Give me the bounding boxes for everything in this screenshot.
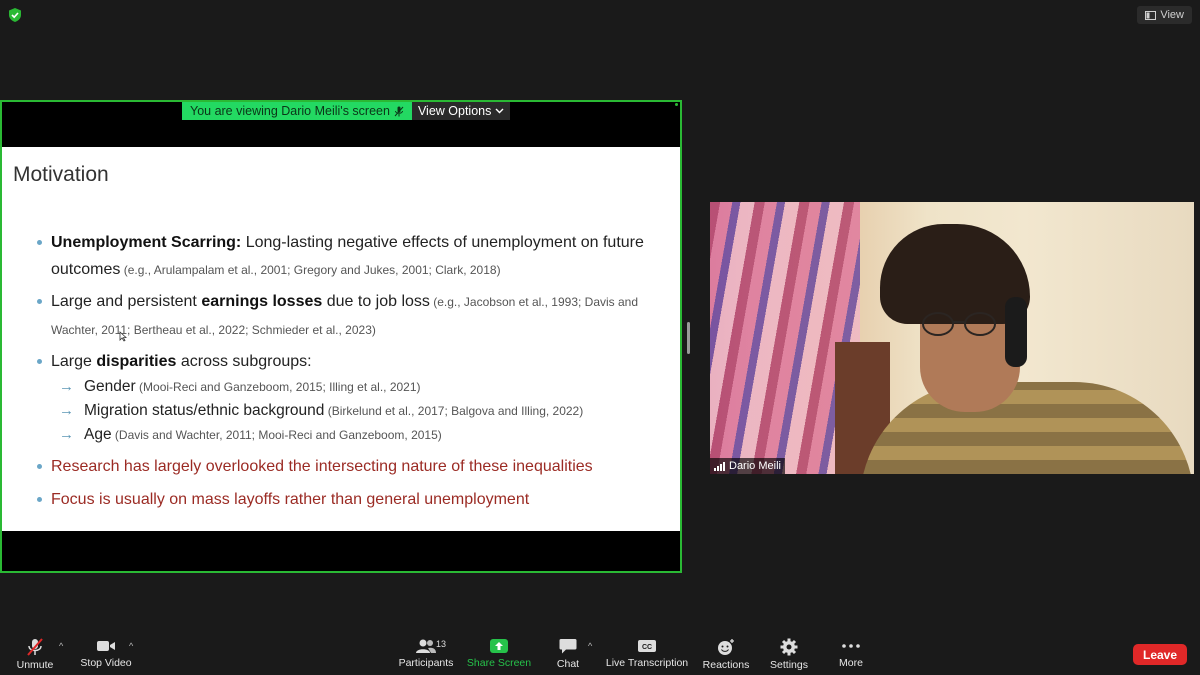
stop-video-button[interactable]: Stop Video: [80, 634, 132, 675]
muted-mic-icon: [27, 638, 43, 656]
more-dots-icon: [842, 644, 860, 648]
gear-icon: [780, 638, 798, 656]
split-view-resize-handle[interactable]: [687, 322, 690, 354]
participant-name-tag: Dario Meili: [710, 458, 785, 474]
bullet-text: across subgroups:: [176, 353, 312, 370]
share-screen-button[interactable]: Share Screen: [466, 634, 532, 675]
participants-count-badge: 13: [436, 639, 447, 649]
bullet-research-gap: Research has largely overlooked the inte…: [32, 453, 662, 480]
arrow-right-icon: →: [59, 402, 74, 419]
reactions-button[interactable]: Reactions: [703, 634, 749, 675]
view-grid-icon: [1145, 10, 1157, 20]
subitem-text: Age: [84, 426, 112, 443]
share-banner: You are viewing Dario Meili's screen Vie…: [182, 102, 511, 120]
chevron-down-icon: [495, 108, 504, 114]
security-shield-icon[interactable]: [7, 7, 23, 23]
subitem-age: → Age (Davis and Wachter, 2011; Mooi-Rec…: [32, 423, 662, 447]
subitem-citation: (Birkelund et al., 2017; Balgova and Ill…: [324, 404, 584, 418]
bullet-text: Large and persistent: [51, 293, 202, 310]
participants-label: Participants: [398, 657, 454, 669]
meeting-toolbar: Unmute ^ Stop Video ^ Participants 13 Sh…: [0, 634, 1200, 675]
bullet-bold: Unemployment Scarring:: [51, 234, 242, 251]
chat-button[interactable]: Chat: [554, 634, 582, 675]
slide-title: Motivation: [13, 163, 109, 186]
subitem-migration: → Migration status/ethnic background (Bi…: [32, 399, 662, 423]
bullet-text: due to job loss: [322, 293, 430, 310]
bullet-bold: earnings losses: [201, 293, 323, 310]
bullet-disparities: Large disparities across subgroups:: [32, 348, 662, 375]
share-screen-label: Share Screen: [466, 657, 532, 669]
bullet-citation: (e.g., Arulampalam et al., 2001; Gregory…: [120, 263, 501, 277]
live-transcription-label: Live Transcription: [605, 657, 689, 669]
stop-video-label: Stop Video: [80, 657, 132, 669]
subitem-gender: → Gender (Mooi-Reci and Ganzeboom, 2015;…: [32, 375, 662, 399]
arrow-right-icon: →: [59, 426, 74, 443]
more-button[interactable]: More: [836, 634, 866, 675]
signal-strength-icon: [714, 461, 725, 471]
video-camera-icon: [97, 641, 115, 651]
presentation-slide: Motivation Unemployment Scarring: Long-l…: [2, 147, 680, 531]
unmute-label: Unmute: [16, 659, 54, 671]
shared-screen-frame: You are viewing Dario Meili's screen Vie…: [0, 100, 682, 573]
live-transcription-button[interactable]: CC Live Transcription: [606, 634, 688, 675]
view-options-button[interactable]: View Options: [411, 102, 511, 120]
subitem-text: Migration status/ethnic background: [84, 402, 325, 419]
participant-shirt: [860, 382, 1194, 474]
frame-indicator-dot: [675, 103, 678, 106]
chat-label: Chat: [556, 658, 580, 670]
bullet-text: Large: [51, 353, 97, 370]
bullet-unemployment-scarring: Unemployment Scarring: Long-lasting nega…: [32, 229, 662, 284]
bullet-mass-layoffs: Focus is usually on mass layoffs rather …: [32, 486, 662, 513]
slide-bullets: Unemployment Scarring: Long-lasting nega…: [32, 229, 662, 513]
view-label: View: [1160, 9, 1184, 21]
viewing-indicator: You are viewing Dario Meili's screen: [182, 102, 412, 120]
view-options-label: View Options: [417, 104, 492, 118]
subitem-citation: (Mooi-Reci and Ganzeboom, 2015; Illing e…: [135, 380, 421, 394]
view-menu-button[interactable]: View: [1137, 6, 1192, 24]
participants-icon: [416, 639, 436, 653]
more-label: More: [839, 657, 863, 669]
leave-button[interactable]: Leave: [1133, 644, 1187, 665]
participant-name: Dario Meili: [729, 460, 781, 472]
mouse-cursor-icon: [119, 331, 127, 342]
closed-captions-icon: CC: [638, 640, 656, 652]
settings-button[interactable]: Settings: [768, 634, 810, 675]
viewing-text: You are viewing Dario Meili's screen: [190, 104, 390, 118]
participant-video-tile[interactable]: Dario Meili: [710, 202, 1194, 474]
svg-text:CC: CC: [642, 644, 652, 651]
chat-bubble-icon: [559, 639, 577, 654]
headphone: [1005, 297, 1027, 367]
arrow-right-icon: →: [59, 378, 74, 395]
glasses: [922, 312, 996, 336]
reactions-smiley-icon: [718, 639, 734, 655]
share-screen-icon: [490, 639, 508, 653]
chat-options-caret[interactable]: ^: [588, 641, 592, 651]
video-options-caret[interactable]: ^: [129, 641, 133, 651]
subitem-text: Gender: [84, 378, 136, 395]
subitem-citation: (Davis and Wachter, 2011; Mooi-Reci and …: [111, 428, 442, 442]
unmute-button[interactable]: Unmute: [14, 634, 56, 675]
reactions-label: Reactions: [702, 659, 750, 671]
settings-label: Settings: [770, 659, 808, 671]
audio-options-caret[interactable]: ^: [59, 641, 63, 651]
bullet-bold: disparities: [96, 353, 177, 370]
muted-mic-icon: [394, 106, 404, 116]
